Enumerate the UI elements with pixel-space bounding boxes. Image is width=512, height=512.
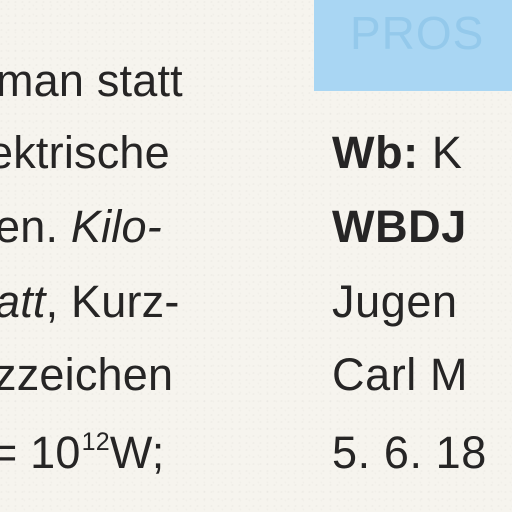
left-line-1-text: man statt — [0, 55, 183, 106]
blue-highlight-panel: PROS — [314, 0, 512, 91]
right-line-3: Jugen — [332, 279, 458, 324]
right-line-5-text: 5. 6. 18 — [332, 427, 487, 478]
left-line-6-suffix-text: W; — [109, 427, 165, 478]
right-line-1-bold-text: Wb: — [332, 127, 419, 178]
left-line-4: att, Kurz- — [0, 279, 180, 324]
left-line-6: = 1012W; — [0, 427, 165, 478]
left-line-4-normal-text: , Kurz- — [45, 276, 180, 327]
left-line-2-text: ektrische — [0, 127, 170, 178]
right-line-5: 5. 6. 18 — [332, 430, 487, 475]
faint-blue-panel-text: PROS — [350, 7, 485, 59]
right-line-1: Wb: K — [332, 130, 462, 175]
left-line-4-italic-text: att — [0, 276, 46, 327]
right-line-2: WBDJ — [332, 204, 467, 249]
left-line-6-prefix-text: = 10 — [0, 427, 81, 478]
left-line-1: man statt — [0, 58, 183, 103]
left-line-2: ektrische — [0, 130, 170, 175]
left-line-5-text: zzeichen — [0, 349, 174, 400]
left-line-3-normal-text: en. — [0, 201, 71, 252]
right-line-4: Carl M — [332, 352, 468, 397]
right-line-1-normal-text: K — [418, 127, 463, 178]
left-line-3-italic-text: Kilo- — [70, 201, 162, 252]
dictionary-page-fragment: PROS man statt ektrische en. Kilo- att, … — [0, 0, 512, 512]
right-line-2-bold-text: WBDJ — [332, 201, 467, 252]
left-line-3: en. Kilo- — [0, 204, 162, 249]
right-line-4-text: Carl M — [332, 349, 469, 400]
left-line-5: zzeichen — [0, 352, 173, 397]
right-line-3-text: Jugen — [332, 276, 458, 327]
left-line-6-superscript: 12 — [81, 428, 110, 456]
